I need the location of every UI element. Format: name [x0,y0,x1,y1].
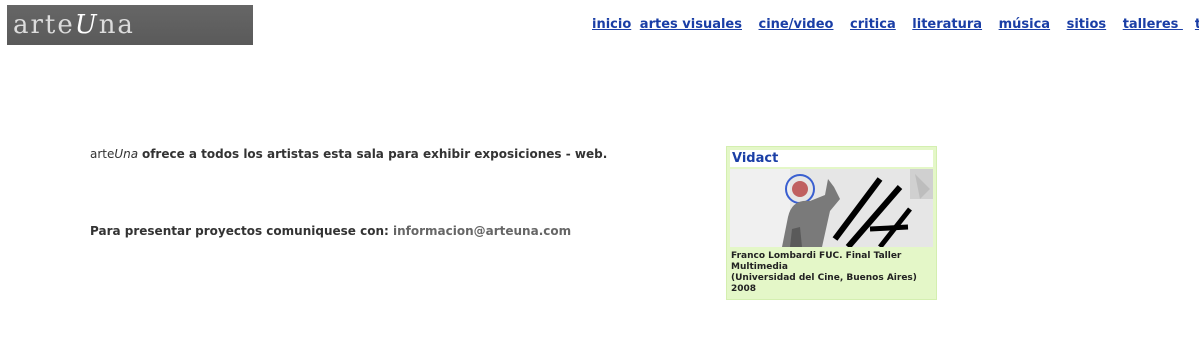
logo-text: arteUna [13,10,135,40]
contact-email-link[interactable]: informacion@arteuna.com [393,224,571,238]
contact-line: Para presentar proyectos comuniquese con… [90,224,571,238]
contact-label: Para presentar proyectos comuniquese con… [90,224,389,238]
nav-link-talleres[interactable]: talleres [1123,17,1183,32]
card-caption-line3: 2008 [731,284,757,294]
intro-body: ofrece a todos los artistas esta sala pa… [141,147,608,161]
dog-artwork-image [730,169,933,247]
nav-link-musica[interactable]: música [999,17,1050,32]
card-caption-line1: Franco Lombardi FUC. Final Taller Multim… [731,251,902,272]
site-logo[interactable]: arteUna [7,5,253,45]
nav-link-teatro[interactable]: teatro [1195,17,1199,32]
card-thumbnail[interactable] [730,169,933,247]
featured-card[interactable]: Vidact Franco Lombardi FUC. Final Taller… [726,146,937,300]
card-caption: Franco Lombardi FUC. Final Taller Multim… [731,251,932,295]
nav-link-cine-video[interactable]: cine/video [759,17,834,32]
nav-link-critica[interactable]: critica [850,17,896,32]
nav-link-inicio[interactable]: inicio [592,17,631,32]
card-caption-line2: (Universidad del Cine, Buenos Aires) [731,273,917,283]
intro-text: arteUna ofrece a todos los artistas esta… [90,147,607,161]
nav-link-artes-visuales[interactable]: artes visuales [640,17,742,32]
nav-link-sitios[interactable]: sitios [1067,17,1107,32]
card-title[interactable]: Vidact [730,150,933,167]
intro-brand: arteUna [90,147,139,161]
main-nav: inicio artes visuales cine/video critica… [592,17,1199,32]
nav-link-literatura[interactable]: literatura [912,17,982,32]
